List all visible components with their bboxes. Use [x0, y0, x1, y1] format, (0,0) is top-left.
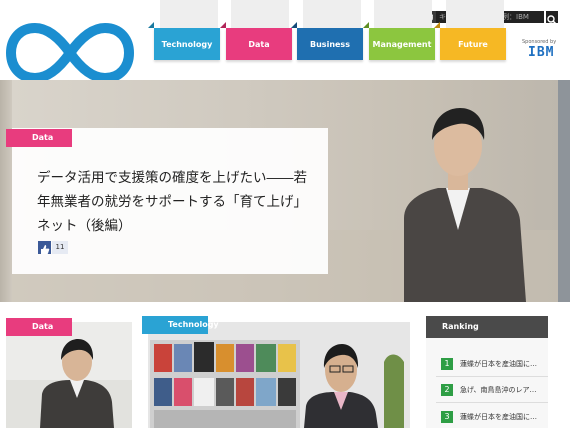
- tab-slot: [374, 0, 432, 28]
- card-category-tag[interactable]: Data: [6, 318, 72, 336]
- ranking-heading: Ranking: [426, 316, 548, 338]
- tab-slot: [303, 0, 361, 28]
- tab-management[interactable]: Management: [363, 22, 435, 60]
- tab-business[interactable]: Business: [291, 22, 363, 60]
- mugendai-logo-icon[interactable]: [6, 20, 134, 86]
- search-icon: [547, 15, 557, 25]
- divider: [436, 402, 548, 403]
- thumbs-up-icon: [41, 245, 50, 254]
- carousel-next-slide[interactable]: [558, 80, 570, 302]
- tab-data[interactable]: Data: [220, 22, 292, 60]
- facebook-like-button[interactable]: [38, 241, 51, 254]
- rank-number: 3: [441, 411, 453, 423]
- rank-number: 2: [441, 384, 453, 396]
- article-thumbnail: [6, 322, 132, 428]
- tab-slot: [446, 0, 504, 28]
- ranking-item-link[interactable]: 急げ、南鳥島沖のレア…: [460, 384, 537, 396]
- tab-technology[interactable]: Technology: [148, 22, 220, 60]
- tab-future[interactable]: Future: [434, 22, 506, 60]
- like-count: 11: [52, 241, 68, 254]
- rank-number: 1: [441, 358, 453, 370]
- search-button[interactable]: [546, 11, 558, 25]
- tab-slot: [231, 0, 289, 28]
- ranking-item-link[interactable]: 蓮蝶が日本を産油国に…: [460, 411, 537, 423]
- article-card-technology[interactable]: [148, 322, 410, 428]
- hero-category-tag[interactable]: Data: [6, 129, 72, 147]
- card-category-tag[interactable]: Technology: [142, 316, 219, 334]
- ranking-item-link[interactable]: 蓮蝶が日本を産油国に…: [460, 358, 537, 370]
- divider: [436, 376, 548, 377]
- article-card-data[interactable]: [6, 322, 132, 428]
- hero-article-title[interactable]: データ活用で支援策の確度を上げたい――若年無業者の就労をサポートする「育て上げ」…: [37, 166, 319, 238]
- article-thumbnail: [148, 322, 410, 428]
- ibm-logo[interactable]: IBM: [528, 45, 554, 60]
- carousel-prev-slide[interactable]: [0, 80, 12, 302]
- tab-slot: [160, 0, 218, 28]
